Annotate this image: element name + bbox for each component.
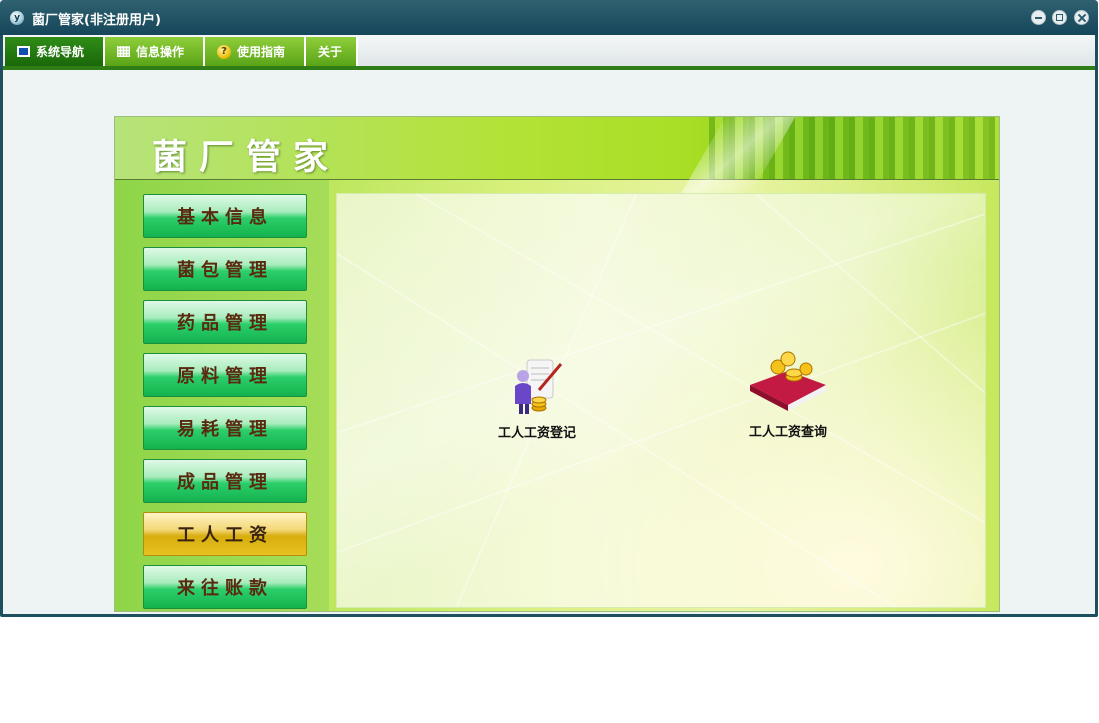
menu-bar: 系统导航 信息操作 ? 使用指南 关于 <box>3 35 1095 70</box>
tile-label: 工人工资登记 <box>497 426 576 441</box>
tab-system-navigation[interactable]: 系统导航 <box>5 37 105 66</box>
tile-worker-wage-query[interactable]: 工人工资查询 <box>718 349 858 459</box>
worker-register-icon <box>515 359 563 414</box>
nav-button-worker-wages[interactable]: 工人工资 <box>143 512 307 556</box>
window-title: 菌厂管家(非注册用户) <box>32 13 161 28</box>
panel-title: 菌厂管家 <box>152 137 341 178</box>
close-icon[interactable] <box>1074 10 1089 25</box>
nav-button-product-management[interactable]: 成品管理 <box>143 459 307 503</box>
nav-button-consumables-management[interactable]: 易耗管理 <box>143 406 307 450</box>
nav-button-bag-management[interactable]: 菌包管理 <box>143 247 307 291</box>
title-bar[interactable]: y 菌厂管家(非注册用户) <box>0 0 1098 35</box>
y-logo-icon: y <box>10 11 24 25</box>
monitor-icon <box>17 46 30 57</box>
nav-button-material-management[interactable]: 原料管理 <box>143 353 307 397</box>
restore-icon[interactable] <box>1052 10 1067 25</box>
nav-button-basic-info[interactable]: 基本信息 <box>143 194 307 238</box>
tab-about[interactable]: 关于 <box>306 37 358 66</box>
content-area: 工人工资登记 工人工资查询 <box>336 193 986 608</box>
main-window: y 菌厂管家(非注册用户) 系统导航 信息操作 ? 使用指南 关于 菌厂管家 基… <box>0 0 1098 617</box>
tab-label: 信息操作 <box>136 45 185 59</box>
ledger-coins-icon <box>750 351 826 411</box>
tab-user-guide[interactable]: ? 使用指南 <box>205 37 306 66</box>
panel-header: 菌厂管家 <box>115 117 999 197</box>
sidebar: 基本信息 菌包管理 药品管理 原料管理 易耗管理 成品管理 工人工资 来往账款 <box>115 180 329 611</box>
nav-button-accounts[interactable]: 来往账款 <box>143 565 307 609</box>
nav-button-medicine-management[interactable]: 药品管理 <box>143 300 307 344</box>
background-lines <box>337 194 985 607</box>
minimize-icon[interactable] <box>1031 10 1046 25</box>
navigation-panel: 菌厂管家 基本信息 菌包管理 药品管理 原料管理 易耗管理 成品管理 工人工资 … <box>114 116 1000 612</box>
tab-label: 系统导航 <box>36 45 85 59</box>
tile-label: 工人工资查询 <box>748 425 827 440</box>
help-icon: ? <box>217 44 231 59</box>
tab-label: 使用指南 <box>237 45 286 59</box>
tile-worker-wage-register[interactable]: 工人工资登记 <box>467 354 607 464</box>
grid-icon <box>117 46 130 57</box>
tab-info-operation[interactable]: 信息操作 <box>105 37 205 66</box>
client-area: 系统导航 信息操作 ? 使用指南 关于 菌厂管家 基本信息 菌包管理 药品管理 … <box>3 35 1095 614</box>
tab-label: 关于 <box>318 45 343 59</box>
